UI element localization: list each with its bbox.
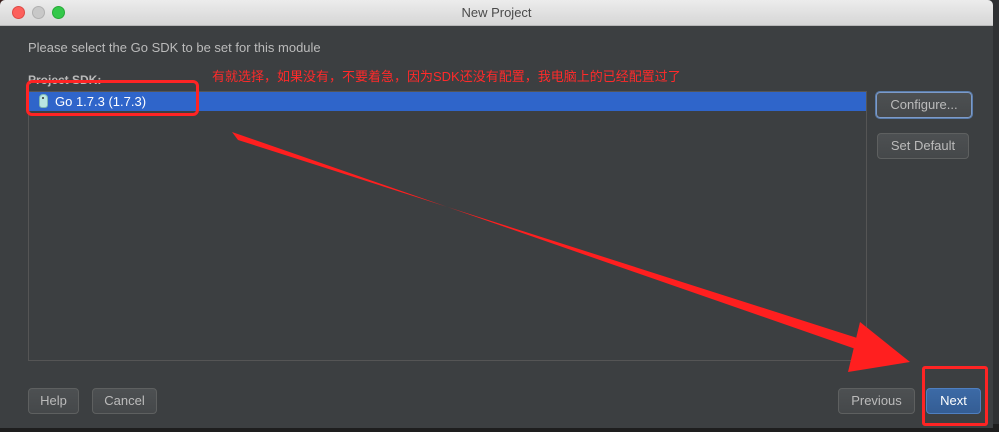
go-sdk-icon — [39, 94, 48, 108]
previous-button[interactable]: Previous — [838, 388, 915, 414]
help-button[interactable]: Help — [28, 388, 79, 414]
sdk-list-item-go[interactable]: Go 1.7.3 (1.7.3) — [29, 92, 866, 111]
sdk-list[interactable]: Go 1.7.3 (1.7.3) — [28, 91, 867, 361]
set-default-button[interactable]: Set Default — [877, 133, 969, 159]
sdk-item-label: Go 1.7.3 (1.7.3) — [55, 94, 147, 109]
cancel-button[interactable]: Cancel — [92, 388, 157, 414]
new-project-window: New Project Please select the Go SDK to … — [0, 0, 993, 428]
sdk-prompt-text: Please select the Go SDK to be set for t… — [28, 40, 321, 55]
title-bar[interactable]: New Project — [0, 0, 993, 26]
annotation-note: 有就选择，如果没有，不要着急，因为SDK还没有配置，我电脑上的已经配置过了 — [212, 69, 681, 84]
window-title: New Project — [461, 5, 532, 20]
configure-button[interactable]: Configure... — [876, 92, 972, 118]
project-sdk-label: Project SDK: — [28, 73, 102, 87]
next-button[interactable]: Next — [926, 388, 981, 414]
